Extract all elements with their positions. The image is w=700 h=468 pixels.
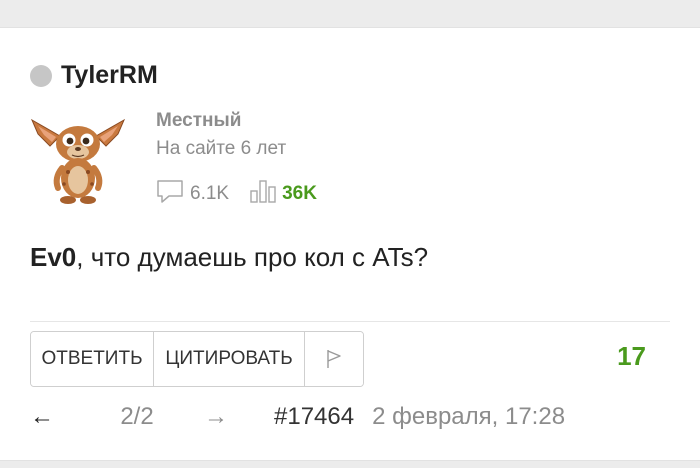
- post-score[interactable]: 17: [617, 341, 646, 372]
- mention-link[interactable]: Ev0: [30, 242, 76, 272]
- gremlin-avatar-icon: [30, 118, 126, 204]
- post-id-link[interactable]: #17464: [274, 403, 354, 431]
- post-message: Ev0, что думаешь про кол с ATs?: [30, 242, 428, 273]
- author-meta: Местный На сайте 6 лет: [156, 110, 286, 160]
- author-rank: Местный: [156, 110, 242, 131]
- quote-button[interactable]: ЦИТИРОВАТЬ: [154, 332, 305, 386]
- author-username[interactable]: TylerRM: [61, 61, 158, 90]
- online-status-icon: [30, 64, 52, 87]
- rating-bars-icon: [249, 178, 277, 209]
- post-card: TylerRM Местный На сайте 6 лет 6.1K 36K …: [0, 27, 700, 461]
- author-header: TylerRM: [30, 61, 158, 90]
- page-indicator: 2/2: [120, 403, 154, 430]
- reply-button[interactable]: ОТВЕТИТЬ: [31, 332, 154, 386]
- arrow-right-icon[interactable]: →: [186, 403, 246, 431]
- comments-count: 6.1K: [190, 182, 230, 204]
- comment-bubble-icon: [155, 178, 185, 209]
- author-stats: 6.1K 36K: [155, 178, 317, 209]
- report-button[interactable]: [305, 332, 363, 386]
- post-date: 2 февраля, 17:28: [372, 403, 566, 430]
- message-text: , что думаешь про кол с ATs?: [76, 242, 429, 272]
- flag-icon: [327, 350, 341, 368]
- author-member-since: На сайте 6 лет: [156, 138, 287, 159]
- rating-count: 36K: [282, 182, 317, 204]
- arrow-left-icon[interactable]: ←: [30, 403, 90, 431]
- post-pagination: ← 2/2 → #17464 2 февраля, 17:28: [30, 403, 565, 431]
- avatar[interactable]: [28, 108, 128, 208]
- divider: [30, 321, 670, 322]
- post-actions: ОТВЕТИТЬ ЦИТИРОВАТЬ: [30, 331, 364, 387]
